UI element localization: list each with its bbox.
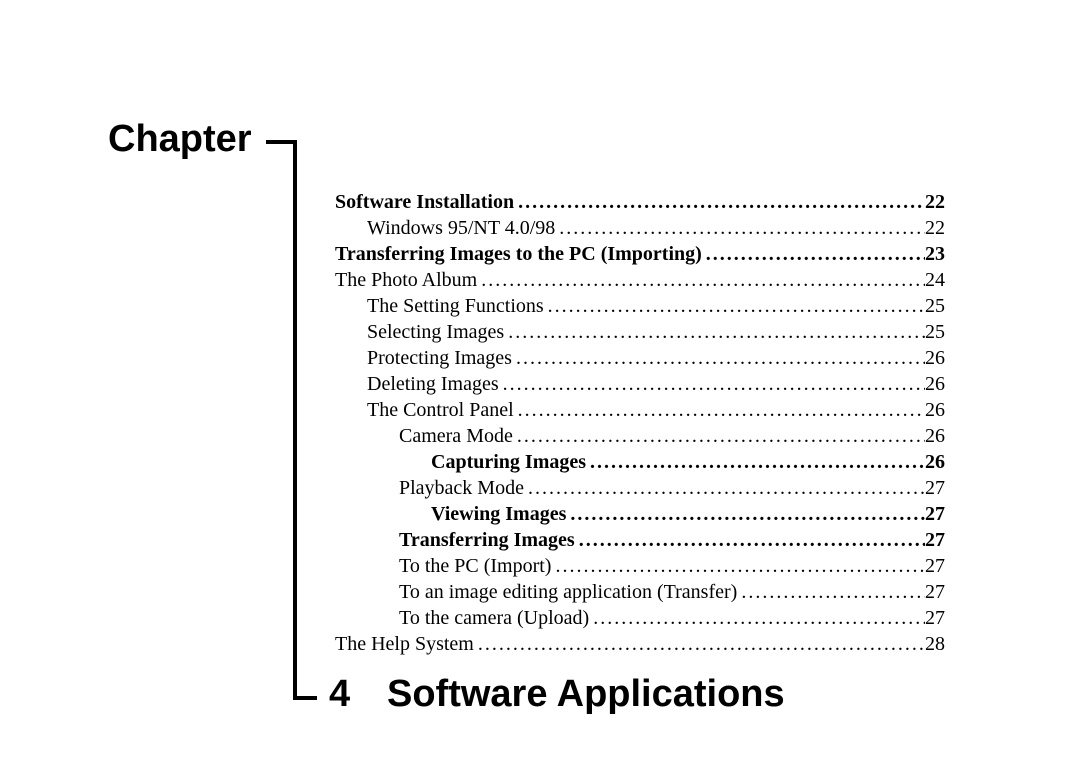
toc-leader-dots <box>551 554 925 579</box>
toc-leader-dots <box>575 528 925 553</box>
toc-leader-dots <box>524 476 925 501</box>
toc-entry-title: The Help System <box>335 632 474 657</box>
chapter-label: Chapter <box>108 118 258 161</box>
toc-entry-title: Software Installation <box>335 190 514 215</box>
page: Chapter Software Installation22Windows 9… <box>0 0 1080 771</box>
toc-entry-title: Camera Mode <box>335 424 513 449</box>
toc-row: The Setting Functions 25 <box>335 294 945 319</box>
toc-leader-dots <box>586 450 925 475</box>
toc-row: The Photo Album 24 <box>335 268 945 293</box>
toc-row: The Help System 28 <box>335 632 945 657</box>
chapter-heading: 4 Software Applications <box>329 673 785 716</box>
toc-leader-dots <box>512 346 925 371</box>
toc-entry-page: 28 <box>925 632 945 657</box>
toc-leader-dots <box>589 606 925 631</box>
toc-entry-page: 26 <box>925 372 945 397</box>
toc-row: Viewing Images 27 <box>335 502 945 527</box>
toc-entry-title: To an image editing application (Transfe… <box>335 580 737 605</box>
toc-entry-title: Transferring Images to the PC (Importing… <box>335 242 702 267</box>
toc-leader-dots <box>504 320 925 345</box>
toc-leader-dots <box>544 294 925 319</box>
toc-leader-dots <box>514 190 925 215</box>
chapter-title: Software Applications <box>387 673 785 716</box>
toc-leader-dots <box>566 502 925 527</box>
toc-entry-page: 26 <box>925 398 945 423</box>
toc-entry-page: 27 <box>925 476 945 501</box>
toc-leader-dots <box>474 632 925 657</box>
toc-entry-title: The Photo Album <box>335 268 477 293</box>
toc-row: The Control Panel 26 <box>335 398 945 423</box>
toc-row: Transferring Images 27 <box>335 528 945 553</box>
frame-rule-bottom <box>293 696 317 700</box>
toc-row: To the camera (Upload) 27 <box>335 606 945 631</box>
toc-entry-page: 24 <box>925 268 945 293</box>
toc-row: Playback Mode 27 <box>335 476 945 501</box>
toc-entry-title: Viewing Images <box>335 502 566 527</box>
toc-row: Deleting Images 26 <box>335 372 945 397</box>
toc-row: Selecting Images 25 <box>335 320 945 345</box>
toc-entry-title: Selecting Images <box>335 320 504 345</box>
toc-entry-title: The Control Panel <box>335 398 514 423</box>
toc-entry-title: Transferring Images <box>335 528 575 553</box>
toc-leader-dots <box>702 242 925 267</box>
toc-entry-title: Deleting Images <box>335 372 499 397</box>
toc-entry-title: Capturing Images <box>335 450 586 475</box>
toc-leader-dots <box>499 372 925 397</box>
toc-row: Camera Mode 26 <box>335 424 945 449</box>
toc-entry-title: Windows 95/NT 4.0/98 <box>335 216 555 241</box>
table-of-contents: Software Installation22Windows 95/NT 4.0… <box>335 190 945 658</box>
toc-entry-page: 22 <box>925 190 945 215</box>
toc-entry-page: 23 <box>925 242 945 267</box>
toc-entry-page: 25 <box>925 320 945 345</box>
toc-row: Transferring Images to the PC (Importing… <box>335 242 945 267</box>
toc-entry-title: The Setting Functions <box>335 294 544 319</box>
toc-leader-dots <box>477 268 925 293</box>
toc-entry-title: To the PC (Import) <box>335 554 551 579</box>
toc-entry-page: 27 <box>925 502 945 527</box>
toc-entry-title: Playback Mode <box>335 476 524 501</box>
toc-entry-page: 26 <box>925 450 945 475</box>
toc-leader-dots <box>514 398 925 423</box>
toc-entry-page: 27 <box>925 606 945 631</box>
toc-leader-dots <box>737 580 925 605</box>
toc-row: Protecting Images 26 <box>335 346 945 371</box>
toc-entry-title: Protecting Images <box>335 346 512 371</box>
toc-leader-dots <box>555 216 925 241</box>
toc-row: Windows 95/NT 4.0/98 22 <box>335 216 945 241</box>
toc-leader-dots <box>513 424 925 449</box>
toc-entry-page: 25 <box>925 294 945 319</box>
toc-entry-page: 27 <box>925 580 945 605</box>
toc-entry-page: 27 <box>925 528 945 553</box>
chapter-number: 4 <box>329 673 387 716</box>
toc-row: Capturing Images 26 <box>335 450 945 475</box>
toc-row: To an image editing application (Transfe… <box>335 580 945 605</box>
toc-entry-page: 26 <box>925 346 945 371</box>
toc-entry-title: To the camera (Upload) <box>335 606 589 631</box>
toc-entry-page: 22 <box>925 216 945 241</box>
toc-entry-page: 27 <box>925 554 945 579</box>
toc-row: Software Installation 22 <box>335 190 945 215</box>
frame-rule-top <box>266 140 295 144</box>
toc-entry-page: 26 <box>925 424 945 449</box>
toc-row: To the PC (Import) 27 <box>335 554 945 579</box>
frame-rule-left <box>293 140 297 696</box>
